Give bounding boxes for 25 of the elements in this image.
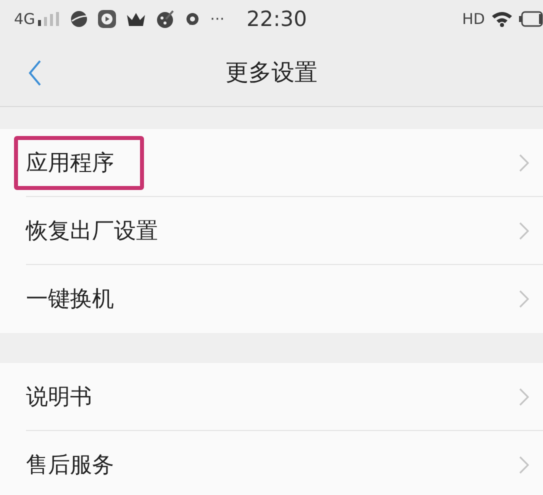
item-label: 恢复出厂设置 [26,218,159,246]
hd-label: HD [462,10,485,28]
item-label: 一键换机 [26,286,115,314]
page-title: 更多设置 [226,58,318,88]
palette-icon [156,10,176,28]
highlighted-label: 应用程序 [14,136,144,190]
planet-icon [70,10,88,28]
play-icon [98,10,116,28]
clock: 22:30 [246,7,308,31]
battery-icon [519,11,543,27]
more-notifications-label: ··· [210,10,224,28]
chevron-icon [519,222,529,240]
chevron-icon [519,456,529,474]
crown-icon [126,11,146,27]
settings-item[interactable]: 售后服务 [0,431,543,495]
signal-icon [38,12,60,26]
chat-icon [185,12,200,26]
item-label: 售后服务 [26,452,115,480]
network-label: 4G [14,10,36,28]
chevron-icon [519,388,529,406]
item-label: 说明书 [26,384,93,412]
chevron-icon [519,154,529,172]
chevron-icon [519,290,529,308]
settings-item[interactable]: 一键换机 [0,265,543,333]
wifi-icon [491,11,513,27]
